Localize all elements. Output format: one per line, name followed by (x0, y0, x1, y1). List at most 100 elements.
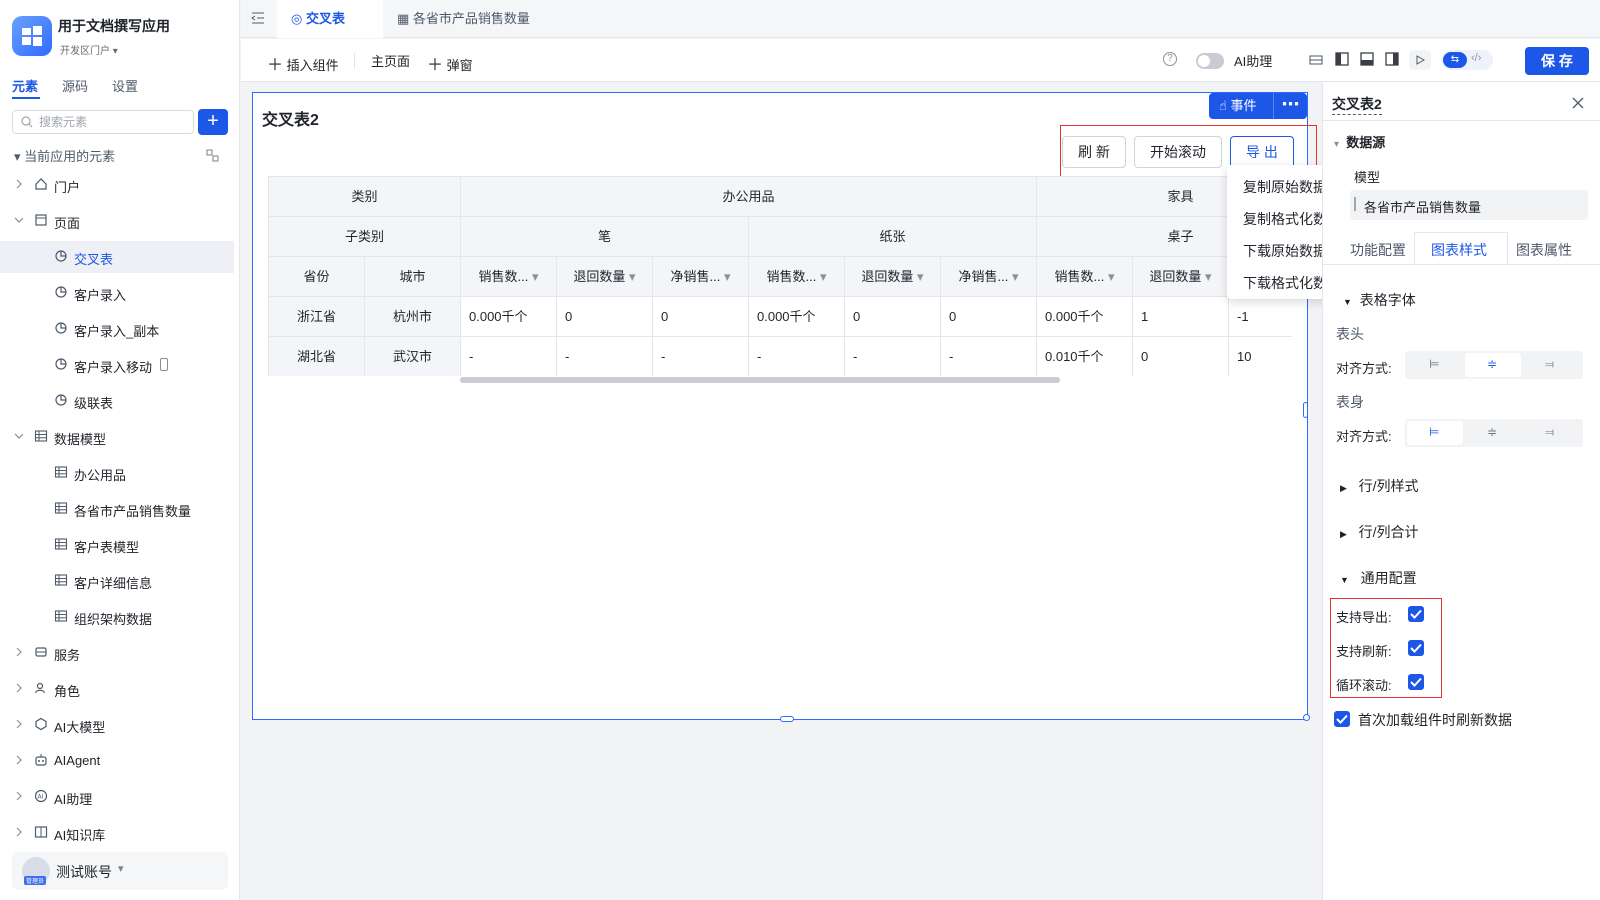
first-load-refresh-checkbox[interactable] (1334, 711, 1350, 727)
tab-chart-props[interactable]: 图表属性 (1516, 240, 1572, 260)
sort-filter-icon[interactable]: ▾ (1104, 269, 1115, 284)
resize-handle-corner[interactable] (1303, 714, 1310, 721)
sidebar-item[interactable]: 客户详细信息 (0, 565, 234, 597)
chevron-right-icon[interactable] (14, 647, 24, 657)
sidebar-item[interactable]: 服务 (0, 637, 234, 669)
preview-button[interactable] (1409, 50, 1431, 70)
sort-filter-icon[interactable]: ▾ (1008, 269, 1019, 284)
sidebar-item[interactable]: 客户表模型 (0, 529, 234, 561)
close-icon[interactable] (1572, 97, 1584, 109)
sidebar-item[interactable]: 客户录入_副本 (0, 313, 234, 345)
sort-filter-icon[interactable]: ▾ (720, 269, 731, 284)
font-section[interactable]: ▼ 表格字体 (1343, 290, 1416, 310)
event-button[interactable]: ☝ 事件 (1209, 93, 1273, 119)
sidebar-item[interactable]: AIAgent (0, 745, 234, 777)
sidebar-item[interactable]: 级联表 (0, 385, 234, 417)
align-center-option[interactable]: ≑ (1465, 353, 1521, 377)
align-right-option[interactable]: ⫤ (1523, 353, 1579, 377)
tab-settings[interactable]: 设置 (112, 76, 138, 95)
code-mode-icon[interactable]: ‹/› (1471, 52, 1481, 64)
sort-filter-icon[interactable]: ▾ (528, 269, 539, 284)
collapse-all-icon[interactable] (206, 149, 219, 162)
layout-grid-icon[interactable] (1309, 53, 1323, 67)
tab-chart-style[interactable]: 图表样式 (1431, 240, 1487, 260)
sidebar-item[interactable]: 组织架构数据 (0, 601, 234, 633)
sidebar-item[interactable]: 客户录入移动 (0, 349, 234, 381)
sidebar-item[interactable]: AI大模型 (0, 709, 234, 741)
column-header[interactable]: 退回数量 ▾ (845, 257, 941, 297)
row-col-style-section[interactable]: ▶ 行/列样式 (1340, 476, 1418, 496)
popup-button[interactable]: ＋ 弹窗 (427, 51, 473, 75)
sidebar-item[interactable]: AI AI助理 (0, 781, 234, 813)
sort-filter-icon[interactable]: ▾ (625, 269, 636, 284)
sidebar-item[interactable]: 角色 (0, 673, 234, 705)
column-header[interactable]: 退回数量 ▾ (557, 257, 653, 297)
chevron-right-icon[interactable] (14, 719, 24, 729)
support-export-checkbox[interactable] (1408, 606, 1424, 622)
model-select[interactable]: 各省市产品销售数量 (1350, 190, 1588, 220)
column-header[interactable]: 销售数... ▾ (1037, 257, 1133, 297)
align-left-option[interactable]: ⊨ (1407, 353, 1463, 377)
save-button[interactable]: 保 存 (1525, 47, 1589, 75)
chevron-right-icon[interactable] (14, 755, 24, 765)
support-refresh-checkbox[interactable] (1408, 640, 1424, 656)
sidebar-item[interactable]: AI知识库 (0, 817, 234, 849)
column-header[interactable]: 退回数量 ▾ (1133, 257, 1229, 297)
export-button[interactable]: 导 出 (1230, 136, 1294, 168)
chevron-down-icon[interactable] (14, 431, 24, 441)
column-header[interactable]: 净销售... ▾ (941, 257, 1037, 297)
search-input[interactable]: 搜索元素 (12, 110, 194, 134)
loop-scroll-checkbox[interactable] (1408, 674, 1424, 690)
collapse-sidebar-icon[interactable] (251, 12, 265, 24)
design-mode-icon[interactable]: ⇆ (1443, 52, 1467, 68)
tab-elements[interactable]: 元素 (12, 76, 38, 95)
sort-filter-icon[interactable]: ▾ (1201, 269, 1212, 284)
start-scroll-button[interactable]: 开始滚动 (1134, 136, 1222, 168)
ai-toggle[interactable] (1196, 53, 1224, 69)
sidebar-item[interactable]: 办公用品 (0, 457, 234, 489)
more-options-button[interactable]: ⋯ (1273, 93, 1307, 119)
align-left-option[interactable]: ⊨ (1407, 421, 1463, 445)
chevron-down-icon[interactable] (14, 215, 24, 225)
align-right-option[interactable]: ⫤ (1523, 421, 1579, 445)
mode-switch[interactable]: ⇆ ‹/› (1441, 50, 1493, 70)
panel-bottom-icon[interactable] (1360, 52, 1374, 66)
panel-title[interactable]: 交叉表2 (1332, 94, 1382, 115)
sidebar-item[interactable]: 门户 (0, 169, 234, 201)
align-center-option[interactable]: ≑ (1465, 421, 1521, 445)
column-header[interactable]: 销售数... ▾ (749, 257, 845, 297)
resize-handle-bottom[interactable] (780, 716, 794, 722)
sort-filter-icon[interactable]: ▾ (816, 269, 827, 284)
section-header[interactable]: ▾ 当前应用的元素 (14, 146, 115, 165)
datasource-section[interactable]: ▾ 数据源 (1334, 132, 1385, 151)
menu-download-raw[interactable]: 下载原始数据 (1243, 241, 1327, 261)
sidebar-item[interactable]: 各省市产品销售数量 (0, 493, 234, 525)
portal-selector[interactable]: 开发区门户 ▾ (60, 42, 118, 57)
tab-sales-model[interactable]: ▦ 各省市产品销售数量 (391, 0, 571, 38)
sidebar-item[interactable]: 数据模型 (0, 421, 234, 453)
sidebar-item[interactable]: 交叉表 (0, 241, 234, 273)
refresh-button[interactable]: 刷 新 (1062, 136, 1126, 168)
resize-handle-right[interactable] (1303, 402, 1308, 418)
sort-filter-icon[interactable]: ▾ (913, 269, 924, 284)
chevron-right-icon[interactable] (14, 827, 24, 837)
menu-copy-raw[interactable]: 复制原始数据 (1243, 177, 1327, 197)
add-element-button[interactable]: + (198, 109, 228, 135)
chevron-right-icon[interactable] (14, 791, 24, 801)
sidebar-item[interactable]: 页面 (0, 205, 234, 237)
sidebar-item[interactable]: 客户录入 (0, 277, 234, 309)
tab-function-config[interactable]: 功能配置 (1350, 240, 1406, 260)
general-config-section[interactable]: ▼ 通用配置 (1340, 568, 1417, 588)
chevron-right-icon[interactable] (14, 179, 24, 189)
panel-right-icon[interactable] (1385, 52, 1399, 66)
column-header[interactable]: 净销售... ▾ (653, 257, 749, 297)
tab-source[interactable]: 源码 (62, 76, 88, 95)
help-icon[interactable]: ? (1163, 52, 1177, 66)
chevron-right-icon[interactable] (14, 683, 24, 693)
row-col-total-section[interactable]: ▶ 行/列合计 (1340, 522, 1418, 542)
home-page-button[interactable]: 主页面 (371, 51, 410, 70)
insert-component-button[interactable]: ＋ 插入组件 (267, 51, 339, 75)
tab-crosstable[interactable]: ◎ 交叉表 (277, 0, 383, 38)
horizontal-scrollbar[interactable] (460, 377, 1060, 383)
column-header[interactable]: 销售数... ▾ (461, 257, 557, 297)
